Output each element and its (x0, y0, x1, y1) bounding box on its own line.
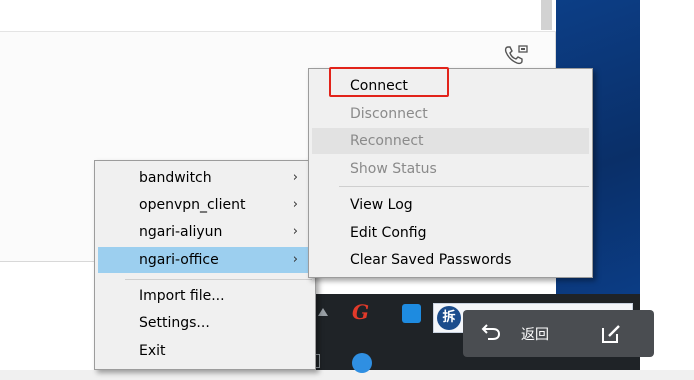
menu-item-label: Import file... (139, 288, 225, 304)
red-g-app-icon[interactable]: G (352, 300, 376, 324)
menu-item-label: openvpn_client (139, 197, 246, 213)
submenu-item-view-log[interactable]: View Log (312, 192, 589, 218)
submenu-item-disconnect[interactable]: Disconnect (312, 101, 589, 127)
feishu-app-icon[interactable] (352, 353, 372, 373)
submenu-item-label: Disconnect (350, 106, 428, 122)
submenu-item-label: View Log (350, 197, 413, 213)
scrollbar-thumb[interactable] (541, 0, 552, 30)
submenu-arrow-icon: › (292, 197, 298, 212)
menu-item-label: Settings... (139, 315, 210, 331)
submenu-item-label: Reconnect (350, 133, 424, 149)
menu-item-label: ngari-aliyun (139, 224, 223, 240)
phone-icon[interactable] (503, 44, 529, 66)
menu-item-label: ngari-office (139, 252, 219, 268)
tray-context-menu: bandwitch › openvpn_client › ngari-aliyu… (94, 160, 316, 370)
tray-triangle-icon[interactable] (318, 308, 328, 316)
submenu-arrow-icon: › (292, 170, 298, 185)
submenu-arrow-icon: › (292, 224, 298, 239)
menu-separator (125, 279, 312, 280)
submenu-item-edit-config[interactable]: Edit Config (312, 220, 589, 246)
menu-item-exit[interactable]: Exit (98, 338, 312, 364)
menu-item-label: Exit (139, 343, 166, 359)
submenu-item-reconnect[interactable]: Reconnect (312, 128, 589, 154)
connect-highlight-annotation (329, 67, 449, 97)
submenu-item-label: Show Status (350, 161, 437, 177)
menu-item-bandwitch[interactable]: bandwitch › (98, 165, 312, 191)
bottom-strip (0, 370, 694, 380)
submenu-item-label: Clear Saved Passwords (350, 252, 512, 268)
note-app-icon[interactable] (402, 304, 421, 323)
screenshot-toolbar: 返回 (463, 310, 654, 357)
submenu-separator (339, 186, 589, 187)
connection-submenu: Connect Disconnect Reconnect Show Status… (308, 68, 593, 278)
submenu-item-clear-saved-passwords[interactable]: Clear Saved Passwords (312, 247, 589, 273)
ime-logo-icon[interactable]: 拆 (437, 306, 461, 330)
menu-item-openvpn-client[interactable]: openvpn_client › (98, 192, 312, 218)
menu-item-settings[interactable]: Settings... (98, 310, 312, 336)
submenu-arrow-icon: › (292, 252, 298, 267)
menu-item-import-file[interactable]: Import file... (98, 283, 312, 309)
menu-item-ngari-office[interactable]: ngari-office › (98, 247, 312, 273)
menu-item-ngari-aliyun[interactable]: ngari-aliyun › (98, 219, 312, 245)
back-label: 返回 (521, 327, 549, 343)
back-arrow-icon (481, 324, 501, 340)
menu-item-label: bandwitch (139, 170, 212, 186)
submenu-item-show-status[interactable]: Show Status (312, 156, 589, 182)
edit-icon (602, 325, 620, 343)
app-header-area (0, 0, 556, 32)
submenu-item-label: Edit Config (350, 225, 427, 241)
